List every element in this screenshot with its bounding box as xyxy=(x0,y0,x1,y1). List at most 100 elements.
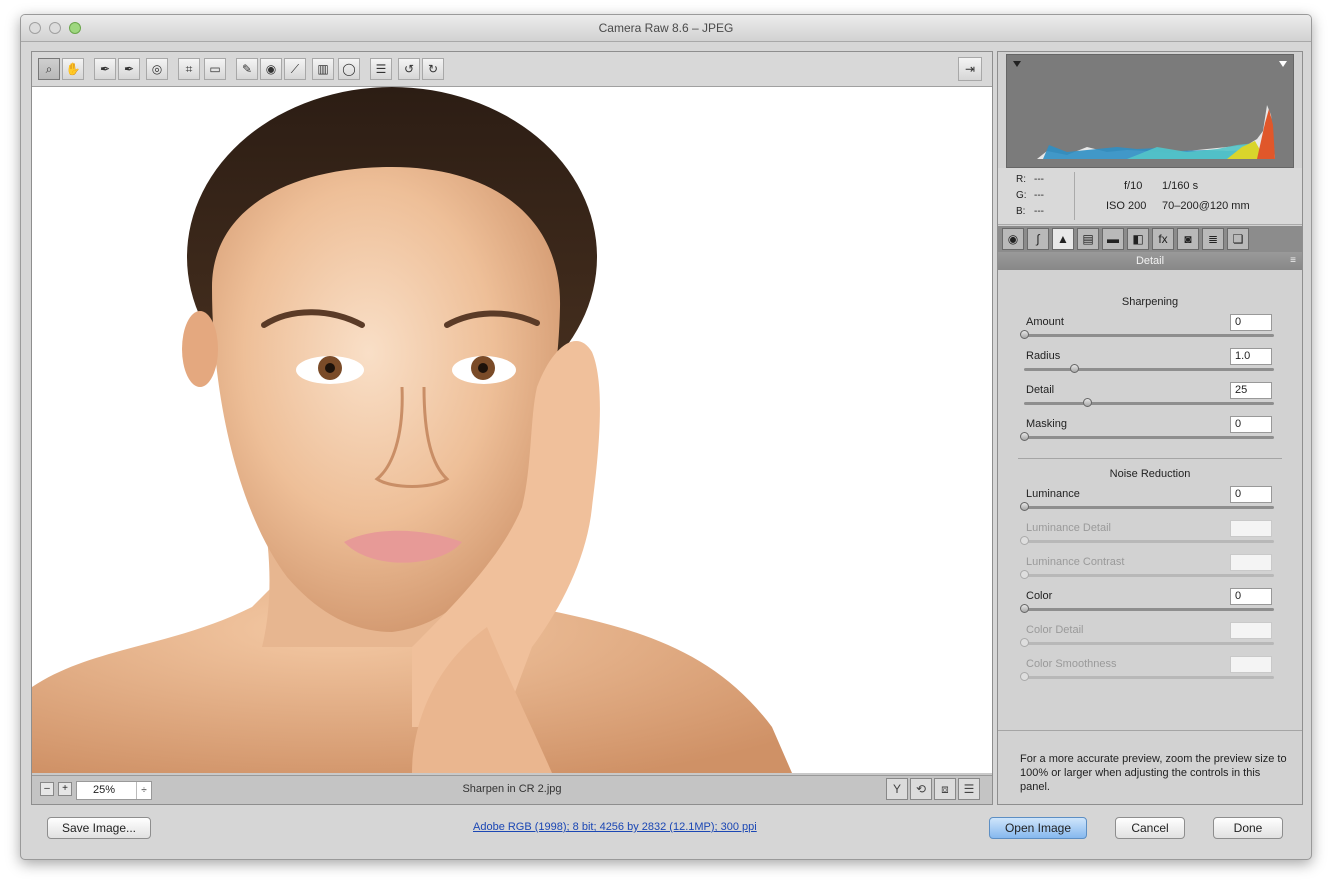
portrait-photo xyxy=(32,87,992,773)
radial-filter-tool-icon[interactable]: ◯ xyxy=(338,58,360,80)
luminance-contrast-label: Luminance Contrast xyxy=(1026,556,1125,568)
panel-menu-icon[interactable]: ≡ xyxy=(1290,252,1296,270)
workflow-options-link[interactable]: Adobe RGB (1998); 8 bit; 4256 by 2832 (1… xyxy=(473,821,757,833)
color-smoothness-slider xyxy=(1020,672,1274,681)
detail-label: Detail xyxy=(1026,384,1055,396)
amount-slider-thumb[interactable] xyxy=(1020,330,1029,339)
image-preview[interactable] xyxy=(32,87,992,773)
straighten-tool-icon[interactable]: ▭ xyxy=(204,58,226,80)
amount-field[interactable]: 0 xyxy=(1230,314,1272,331)
camera-raw-window: Camera Raw 8.6 – JPEG ⇥ ⌕ ✋ ✒ ✒ ◎ ⌗ ▭ ✎ ◉ ⟋ ▥ ◯ ☰ ↺ ↻ xyxy=(20,14,1312,860)
panel-tabs: ◉ ∫ ▲ ▤ ▬ ◧ fx ◙ ≣ ❏ xyxy=(998,226,1302,252)
detail-tab-icon[interactable]: ▲ xyxy=(1052,228,1074,250)
amount-label: Amount xyxy=(1026,316,1064,328)
histogram-graph xyxy=(1007,55,1293,167)
presets-tab-icon[interactable]: ≣ xyxy=(1202,228,1224,250)
view-swap-button[interactable]: ⧈ xyxy=(934,778,956,800)
crop-tool-icon[interactable]: ⌗ xyxy=(178,58,200,80)
spot-removal-tool-icon[interactable]: ✎ xyxy=(236,58,258,80)
split-toning-tab-icon[interactable]: ▬ xyxy=(1102,228,1124,250)
rotate-right-tool-icon[interactable]: ↻ xyxy=(422,58,444,80)
noise-reduction-title: Noise Reduction xyxy=(1109,468,1191,480)
title-bar: Camera Raw 8.6 – JPEG xyxy=(21,15,1311,42)
detail-slider[interactable] xyxy=(1024,398,1274,407)
color-detail-slider-thumb xyxy=(1020,638,1029,647)
histogram xyxy=(1006,54,1294,168)
g-value: --- xyxy=(1034,190,1044,201)
radius-field[interactable]: 1.0 xyxy=(1230,348,1272,365)
panel-title: Detail xyxy=(1135,255,1165,267)
masking-field[interactable]: 0 xyxy=(1230,416,1272,433)
color-slider[interactable] xyxy=(1020,604,1274,613)
masking-label: Masking xyxy=(1026,418,1067,430)
luminance-field[interactable]: 0 xyxy=(1230,486,1272,503)
luminance-slider-thumb[interactable] xyxy=(1020,502,1029,511)
r-value: --- xyxy=(1034,174,1044,185)
section-divider xyxy=(1018,458,1282,459)
luminance-detail-slider xyxy=(1020,536,1274,545)
color-detail-label: Color Detail xyxy=(1026,624,1084,636)
camera-info: R: --- G: --- B: --- f/10 1/160 s ISO 20… xyxy=(998,168,1302,225)
preview-frame: ⇥ ⌕ ✋ ✒ ✒ ◎ ⌗ ▭ ✎ ◉ ⟋ ▥ ◯ ☰ ↺ ↻ – + 25% … xyxy=(31,51,993,805)
view-toggle-y-button[interactable]: Y xyxy=(886,778,908,800)
color-sampler-tool-icon[interactable]: ✒ xyxy=(118,58,140,80)
aperture-value: f/10 xyxy=(1124,180,1143,192)
masking-slider[interactable] xyxy=(1020,432,1274,441)
fullscreen-toggle-icon[interactable]: ⇥ xyxy=(958,57,982,81)
preferences-tool-icon[interactable]: ☰ xyxy=(370,58,392,80)
radius-slider[interactable] xyxy=(1024,364,1274,373)
detail-slider-thumb[interactable] xyxy=(1082,398,1092,407)
view-settings-button[interactable]: ☰ xyxy=(958,778,980,800)
luminance-contrast-field xyxy=(1230,554,1272,571)
help-text: For a more accurate preview, zoom the pr… xyxy=(1020,753,1287,793)
sharpening-title: Sharpening xyxy=(1121,296,1179,308)
window-title: Camera Raw 8.6 – JPEG xyxy=(598,21,734,35)
r-label: R: xyxy=(1016,174,1026,185)
amount-slider[interactable] xyxy=(1020,330,1274,339)
effects-tab-icon[interactable]: fx xyxy=(1152,228,1174,250)
adjustment-panel: R: --- G: --- B: --- f/10 1/160 s ISO 20… xyxy=(997,51,1303,805)
snapshots-tab-icon[interactable]: ❏ xyxy=(1227,228,1249,250)
view-cycle-button[interactable]: ⟲ xyxy=(910,778,932,800)
save-image-button[interactable]: Save Image... xyxy=(47,817,151,839)
info-divider xyxy=(1074,172,1075,220)
cancel-button[interactable]: Cancel xyxy=(1115,817,1185,839)
tone-curve-tab-icon[interactable]: ∫ xyxy=(1027,228,1049,250)
done-button[interactable]: Done xyxy=(1213,817,1283,839)
lens-corrections-tab-icon[interactable]: ◧ xyxy=(1127,228,1149,250)
luminance-label: Luminance xyxy=(1026,488,1080,500)
white-balance-tool-icon[interactable]: ✒ xyxy=(94,58,116,80)
g-label: G: xyxy=(1016,190,1027,201)
luminance-contrast-slider xyxy=(1020,570,1274,579)
b-label: B: xyxy=(1016,206,1026,217)
open-image-button[interactable]: Open Image xyxy=(989,817,1087,839)
luminance-detail-field xyxy=(1230,520,1272,537)
color-field[interactable]: 0 xyxy=(1230,588,1272,605)
luminance-contrast-slider-thumb xyxy=(1020,570,1029,579)
color-smoothness-field xyxy=(1230,656,1272,673)
rotate-left-tool-icon[interactable]: ↺ xyxy=(398,58,420,80)
red-eye-tool-icon[interactable]: ◉ xyxy=(260,58,282,80)
lens-value: 70–200@120 mm xyxy=(1162,200,1250,212)
detail-field[interactable]: 25 xyxy=(1230,382,1272,399)
color-label: Color xyxy=(1026,590,1053,602)
adjustment-brush-tool-icon[interactable]: ⟋ xyxy=(284,58,306,80)
luminance-slider[interactable] xyxy=(1020,502,1274,511)
camera-calibration-tab-icon[interactable]: ◙ xyxy=(1177,228,1199,250)
luminance-detail-slider-thumb xyxy=(1020,536,1029,545)
radius-slider-thumb[interactable] xyxy=(1070,364,1079,373)
basic-tab-icon[interactable]: ◉ xyxy=(1002,228,1024,250)
help-divider xyxy=(998,730,1302,731)
masking-slider-thumb[interactable] xyxy=(1020,432,1029,441)
hand-tool-icon[interactable]: ✋ xyxy=(62,58,84,80)
color-smoothness-label: Color Smoothness xyxy=(1026,658,1117,670)
graduated-filter-tool-icon[interactable]: ▥ xyxy=(312,58,334,80)
file-name: Sharpen in CR 2.jpg xyxy=(462,783,562,795)
panel-header: Detail ≡ xyxy=(998,252,1302,270)
zoom-tool-icon[interactable]: ⌕ xyxy=(38,58,60,80)
color-detail-field xyxy=(1230,622,1272,639)
color-slider-thumb[interactable] xyxy=(1020,604,1029,613)
radius-label: Radius xyxy=(1026,350,1061,362)
hsl-tab-icon[interactable]: ▤ xyxy=(1077,228,1099,250)
targeted-adjustment-tool-icon[interactable]: ◎ xyxy=(146,58,168,80)
